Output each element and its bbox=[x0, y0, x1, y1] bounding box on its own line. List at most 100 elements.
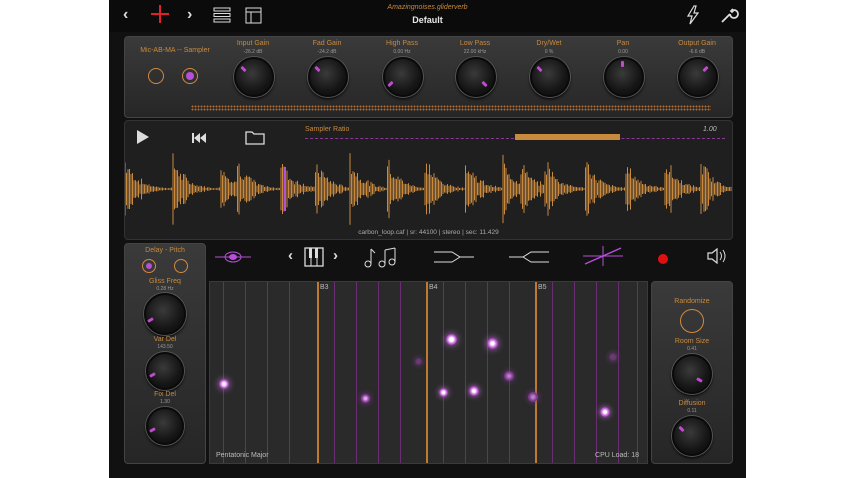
var-del-value: 143.50 bbox=[157, 344, 173, 350]
scale-prev-icon[interactable]: ‹ bbox=[288, 247, 293, 264]
input-gain-label: Input Gain bbox=[236, 40, 270, 47]
grid-line-b4 bbox=[426, 282, 428, 463]
fad-gain-knob[interactable] bbox=[308, 57, 348, 97]
low-pass-knob[interactable] bbox=[456, 57, 496, 97]
grid-line bbox=[267, 282, 268, 463]
diffusion-value: 0.11 bbox=[687, 408, 697, 414]
fix-del-label: Fix Del bbox=[154, 391, 176, 398]
fix-del-value: 1.30 bbox=[160, 399, 170, 405]
note-label-b4: B4 bbox=[429, 284, 438, 291]
delay-pitch-panel: Delay - Pitch Gliss Freq 0.28 Hz Var Del… bbox=[124, 243, 206, 464]
output-gain-knob[interactable] bbox=[678, 57, 718, 97]
dry-wet-label: Dry/Wet bbox=[536, 40, 562, 47]
var-del-knob[interactable] bbox=[146, 352, 184, 390]
gliss-freq-knob[interactable] bbox=[144, 293, 186, 335]
sampler-panel: Sampler Ratio 1.00 carbon_loop.caf | sr:… bbox=[124, 120, 733, 240]
voice-point[interactable] bbox=[361, 394, 370, 403]
mixer-panel: Mic-AB-MA -- Sampler Input Gain -26.2 dB… bbox=[124, 36, 733, 118]
voice-point[interactable] bbox=[600, 407, 610, 417]
room-size-label: Room Size bbox=[674, 338, 710, 345]
speaker-icon[interactable] bbox=[706, 247, 728, 270]
pan-label: Pan bbox=[616, 40, 630, 47]
lightning-icon[interactable] bbox=[686, 5, 700, 30]
pan-value: 0.00 bbox=[618, 49, 628, 55]
voice-point[interactable] bbox=[608, 352, 618, 362]
scale-next-icon[interactable]: › bbox=[333, 247, 338, 264]
preset-name[interactable]: Default bbox=[109, 15, 746, 25]
fix-del-knob[interactable] bbox=[146, 407, 184, 445]
randomize-label: Randomize bbox=[674, 298, 710, 305]
voice-point[interactable] bbox=[504, 371, 514, 381]
grid-line bbox=[443, 282, 444, 463]
pitch-grid[interactable]: B3 B4 B5 Pentatonic Major CPU Load: 18 bbox=[209, 281, 648, 464]
scale-name: Pentatonic Major bbox=[216, 452, 269, 459]
voice-point[interactable] bbox=[219, 379, 229, 389]
voice-point[interactable] bbox=[439, 388, 448, 397]
curve-icon[interactable] bbox=[583, 246, 623, 271]
room-size-value: 0.41 bbox=[687, 346, 697, 352]
high-pass-value: 0.00 Hz bbox=[393, 49, 411, 55]
note-label-b3: B3 bbox=[320, 284, 329, 291]
routing-label: Mic-AB-MA -- Sampler bbox=[140, 47, 210, 54]
gliss-freq-label: Gliss Freq bbox=[149, 278, 181, 285]
gliss-freq-value: 0.28 Hz bbox=[156, 286, 174, 292]
dry-wet-value: 0 % bbox=[544, 49, 554, 55]
grid-line bbox=[618, 282, 619, 463]
grid-line bbox=[245, 282, 246, 463]
fad-gain-label: Fad Gain bbox=[312, 40, 342, 47]
pan-knob[interactable] bbox=[604, 57, 644, 97]
output-gain-label: Output Gain bbox=[678, 40, 716, 47]
notes-icon[interactable] bbox=[363, 246, 399, 273]
waveform-bars bbox=[125, 153, 732, 225]
high-pass-label: High Pass bbox=[386, 40, 418, 47]
fad-gain-value: -24.2 dB bbox=[317, 49, 337, 55]
var-del-label: Var Del bbox=[153, 336, 177, 343]
glide-visual-icon[interactable] bbox=[215, 249, 251, 270]
grid-line-b3 bbox=[317, 282, 319, 463]
input-gain-value: -26.2 dB bbox=[243, 49, 263, 55]
sampler-ratio-value: 1.00 bbox=[703, 126, 717, 133]
grid-line bbox=[378, 282, 379, 463]
grid-line bbox=[289, 282, 290, 463]
delay-pitch-title: Delay - Pitch bbox=[145, 247, 185, 254]
pitch-toggle[interactable] bbox=[174, 259, 188, 273]
grid-line bbox=[574, 282, 575, 463]
routing-toggle-a[interactable] bbox=[148, 68, 164, 84]
voice-point[interactable] bbox=[469, 386, 479, 396]
voice-point[interactable] bbox=[528, 392, 538, 402]
grid-line bbox=[334, 282, 335, 463]
split-in-icon[interactable] bbox=[509, 250, 549, 269]
randomize-button[interactable] bbox=[680, 309, 704, 333]
level-meter bbox=[191, 105, 711, 111]
routing-toggle-b[interactable] bbox=[182, 68, 198, 84]
ratio-slider-handle[interactable] bbox=[515, 134, 620, 140]
diffusion-label: Diffusion bbox=[678, 400, 706, 407]
voice-point[interactable] bbox=[414, 357, 423, 366]
piano-icon[interactable] bbox=[304, 247, 324, 272]
delay-toggle[interactable] bbox=[142, 259, 156, 273]
note-label-b5: B5 bbox=[538, 284, 547, 291]
record-icon[interactable] bbox=[657, 252, 669, 270]
file-info: carbon_loop.caf | sr: 44100 | stereo | s… bbox=[358, 229, 499, 236]
low-pass-value: 22.00 kHz bbox=[463, 49, 487, 55]
dry-wet-knob[interactable] bbox=[530, 57, 570, 97]
voice-point[interactable] bbox=[487, 338, 498, 349]
wrench-icon[interactable] bbox=[719, 5, 739, 30]
room-size-knob[interactable] bbox=[672, 354, 712, 394]
top-bar: ‹ › Amazingnoises.gliderverb Default bbox=[109, 0, 746, 32]
output-gain-value: -6.6 dB bbox=[688, 49, 706, 55]
waveform[interactable] bbox=[125, 147, 732, 231]
voice-point[interactable] bbox=[446, 334, 457, 345]
grid-line bbox=[465, 282, 466, 463]
sampler-ratio-label: Sampler Ratio bbox=[305, 126, 350, 133]
high-pass-knob[interactable] bbox=[383, 57, 423, 97]
low-pass-label: Low Pass bbox=[459, 40, 491, 47]
cpu-load: CPU Load: 18 bbox=[595, 452, 639, 459]
input-gain-knob[interactable] bbox=[234, 57, 274, 97]
split-out-icon[interactable] bbox=[434, 250, 474, 269]
app-window: ‹ › Amazingnoises.gliderverb Default Mic… bbox=[109, 0, 746, 478]
grid-line bbox=[400, 282, 401, 463]
grid-line bbox=[356, 282, 357, 463]
diffusion-knob[interactable] bbox=[672, 416, 712, 456]
grid-line bbox=[487, 282, 488, 463]
